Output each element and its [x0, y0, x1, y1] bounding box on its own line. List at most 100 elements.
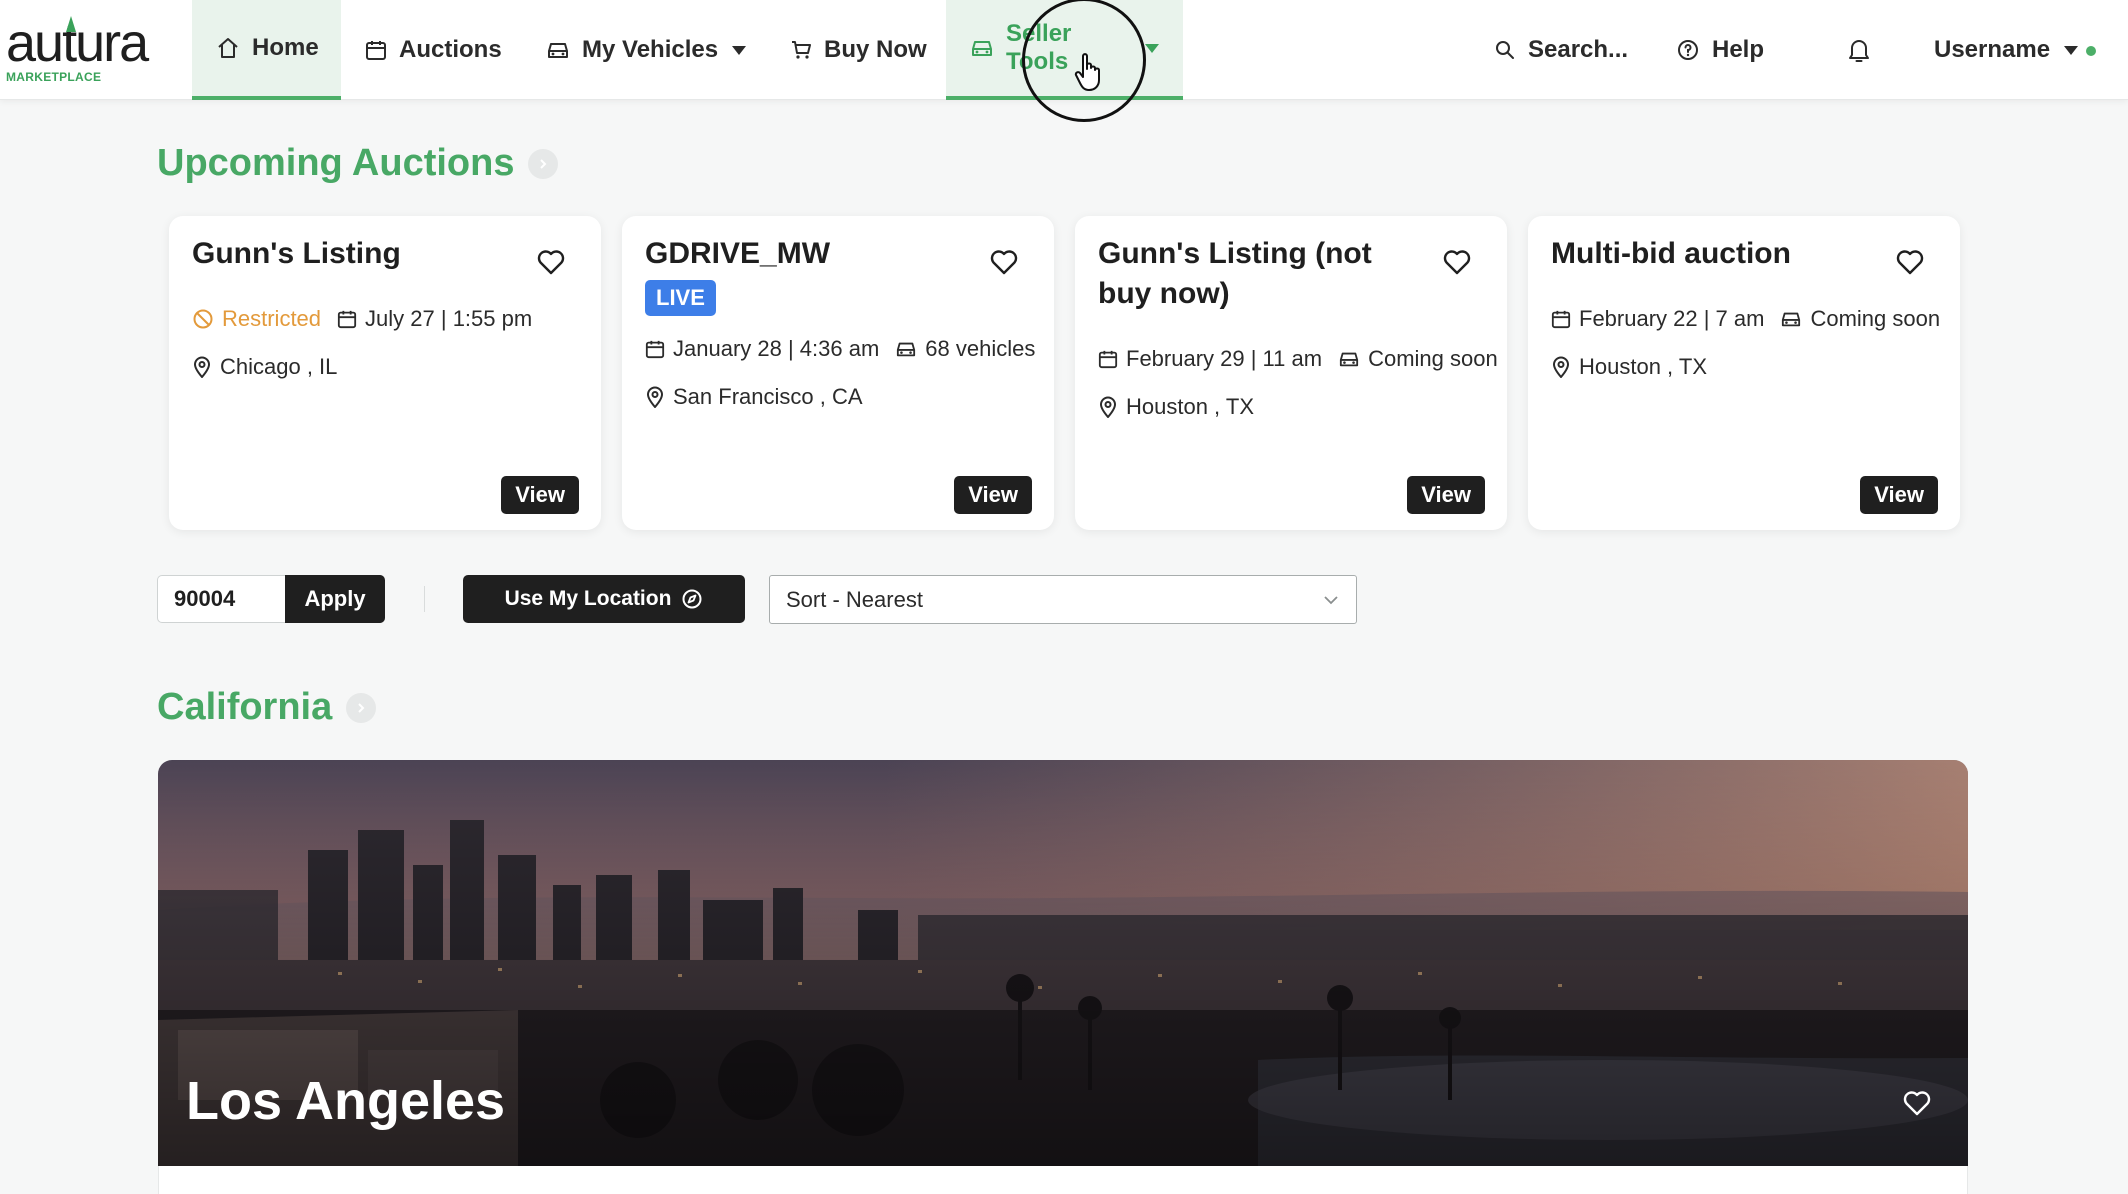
- chevron-down-icon: [1145, 43, 1159, 53]
- auction-location: Houston , TX: [1098, 394, 1254, 420]
- vehicle-count: Coming soon: [1780, 306, 1940, 332]
- nav-buy-now-label: Buy Now: [824, 36, 927, 63]
- auction-card[interactable]: Gunn's Listing Restricted July 27 | 1:55…: [169, 216, 601, 530]
- restricted-icon: [193, 309, 213, 329]
- view-button[interactable]: View: [954, 476, 1032, 514]
- auction-location-label: Houston , TX: [1579, 354, 1707, 379]
- auction-date-label: February 29 | 11 am: [1126, 346, 1323, 371]
- vehicle-count: 68 vehicles: [895, 336, 1035, 362]
- chevron-right-icon: [346, 692, 377, 723]
- vehicle-count-label: Coming soon: [1368, 346, 1498, 371]
- california-title: California: [157, 686, 333, 728]
- nav-seller-tools-label: Seller Tools: [1006, 20, 1072, 75]
- favorite-heart-icon[interactable]: [1894, 246, 1926, 278]
- nav-search[interactable]: Search...: [1470, 0, 1652, 100]
- search-icon: [1496, 41, 1514, 59]
- hand-cursor-icon: [1074, 53, 1100, 91]
- nav-buy-now[interactable]: Buy Now: [766, 0, 951, 100]
- user-menu[interactable]: Username: [1910, 0, 2102, 100]
- view-button[interactable]: View: [1407, 476, 1485, 514]
- favorite-heart-icon[interactable]: [988, 246, 1020, 278]
- location-pin-icon: [1099, 396, 1117, 418]
- favorite-heart-icon[interactable]: [535, 246, 567, 278]
- auction-meta-row: February 22 | 7 am Coming soon: [1551, 306, 1940, 332]
- autura-logo[interactable]: autura MARKETPLACE: [6, 16, 166, 86]
- auction-meta-row: February 29 | 11 am Coming soon: [1098, 346, 1498, 372]
- auction-location: Chicago , IL: [192, 354, 337, 380]
- nav-auctions[interactable]: Auctions: [341, 0, 526, 100]
- auction-date-label: July 27 | 1:55 pm: [365, 306, 533, 331]
- auction-location-row: Houston , TX: [1551, 354, 1707, 380]
- calendar-icon: [366, 41, 386, 60]
- location-pin-icon: [646, 386, 664, 408]
- auction-location-row: Houston , TX: [1098, 394, 1254, 420]
- auction-card[interactable]: Gunn's Listing (not buy now) February 29…: [1075, 216, 1507, 530]
- nav-search-label: Search...: [1528, 36, 1629, 63]
- auction-card[interactable]: GDRIVE_MW LIVE January 28 | 4:36 am 68 v…: [622, 216, 1054, 530]
- favorite-heart-icon[interactable]: [1900, 1086, 1934, 1120]
- vehicle-count: Coming soon: [1338, 346, 1498, 372]
- filter-divider: [424, 586, 425, 612]
- auction-date: July 27 | 1:55 pm: [337, 306, 532, 332]
- car-icon: [1339, 352, 1359, 367]
- view-button[interactable]: View: [501, 476, 579, 514]
- car-icon: [972, 41, 992, 56]
- favorite-heart-icon[interactable]: [1441, 246, 1473, 278]
- auction-location: San Francisco , CA: [645, 384, 863, 410]
- logo-subtitle: MARKETPLACE: [6, 70, 102, 84]
- zip-filter: Apply: [157, 575, 385, 623]
- california-heading[interactable]: California: [157, 686, 377, 729]
- notifications-button[interactable]: [1822, 0, 1896, 100]
- auction-date: February 29 | 11 am: [1098, 346, 1322, 372]
- city-card-los-angeles[interactable]: Los Angeles: [158, 760, 1968, 1166]
- auction-location-row: San Francisco , CA: [645, 384, 863, 410]
- vehicle-count-label: Coming soon: [1810, 306, 1941, 331]
- calendar-icon: [645, 340, 665, 359]
- location-pin-icon: [1552, 356, 1570, 378]
- auction-card-title: Gunn's Listing (not buy now): [1098, 237, 1372, 310]
- nav-auctions-label: Auctions: [399, 36, 502, 63]
- auction-date-label: January 28 | 4:36 am: [673, 336, 880, 361]
- nav-my-vehicles-label: My Vehicles: [582, 36, 719, 63]
- auction-location-label: Chicago , IL: [220, 354, 338, 379]
- auction-location-label: Houston , TX: [1126, 394, 1254, 419]
- nav-home[interactable]: Home: [192, 0, 341, 100]
- use-my-location-label: Use My Location: [504, 587, 672, 610]
- online-status-dot: [2086, 46, 2096, 56]
- upcoming-auctions-title: Upcoming Auctions: [157, 142, 515, 184]
- city-name: Los Angeles: [186, 1071, 506, 1131]
- auction-location-label: San Francisco , CA: [673, 384, 863, 409]
- sort-dropdown[interactable]: Sort - Nearest: [769, 575, 1357, 624]
- auction-date-label: February 22 | 7 am: [1579, 306, 1765, 331]
- nav-home-label: Home: [252, 34, 319, 61]
- home-icon: [218, 38, 238, 58]
- auction-meta-row: Restricted July 27 | 1:55 pm: [192, 306, 532, 332]
- sort-selected-value: Sort - Nearest: [786, 586, 923, 612]
- auction-location: Houston , TX: [1551, 354, 1707, 380]
- auction-card[interactable]: Multi-bid auction February 22 | 7 am Com…: [1528, 216, 1960, 530]
- restricted-label: Restricted: [222, 306, 322, 331]
- apply-button[interactable]: Apply: [285, 575, 385, 623]
- logo-leaf-icon: [66, 16, 76, 32]
- nav-help[interactable]: Help: [1652, 0, 1788, 100]
- calendar-icon: [1551, 310, 1571, 329]
- calendar-icon: [1098, 350, 1118, 369]
- chevron-down-icon: [732, 45, 747, 55]
- help-icon: [1678, 40, 1698, 60]
- nav-seller-tools[interactable]: Seller Tools: [946, 0, 1183, 100]
- top-navbar: autura MARKETPLACE Home Auctions My Vehi…: [0, 0, 2128, 100]
- view-button[interactable]: View: [1860, 476, 1938, 514]
- use-my-location-button[interactable]: Use My Location: [463, 575, 745, 623]
- chevron-down-icon: [2064, 45, 2079, 55]
- auction-card-title: Gunn's Listing: [192, 237, 401, 270]
- compass-icon: [682, 589, 702, 609]
- zip-code-input[interactable]: [157, 575, 285, 623]
- restricted-status: Restricted: [192, 306, 321, 332]
- live-badge: LIVE: [645, 280, 716, 316]
- chevron-down-icon: [1324, 595, 1338, 604]
- nav-my-vehicles[interactable]: My Vehicles: [522, 0, 770, 100]
- chevron-right-icon: [528, 148, 559, 179]
- cart-icon: [792, 41, 811, 59]
- username-label: Username: [1934, 36, 2051, 63]
- upcoming-auctions-heading[interactable]: Upcoming Auctions: [157, 142, 559, 185]
